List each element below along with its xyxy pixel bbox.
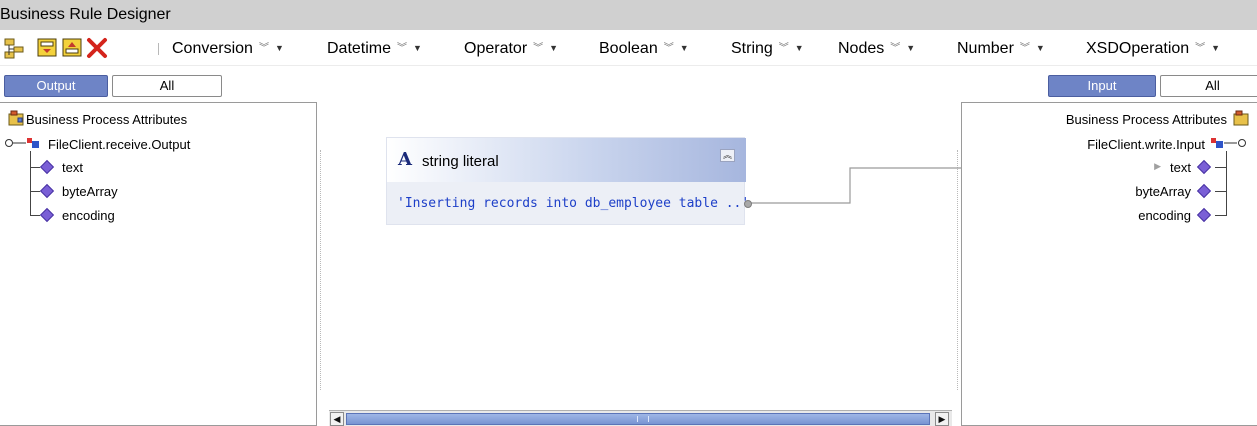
menu-label: Operator	[464, 40, 528, 57]
scroll-right-icon[interactable]: ▶	[935, 412, 949, 426]
node-title: string literal	[422, 153, 499, 170]
open-rule-icon[interactable]	[36, 37, 58, 59]
menu-conversion[interactable]: Conversion ︾ ▼	[172, 40, 284, 58]
literal-value[interactable]: 'Inserting records into db_employee tabl…	[397, 196, 749, 211]
menu-label: Datetime	[327, 40, 392, 57]
grip-icon	[637, 416, 649, 422]
chevron-double-down-icon: ︾	[663, 43, 674, 54]
dropdown-arrow-icon: ▼	[906, 43, 916, 53]
process-attributes-icon	[1233, 110, 1249, 126]
menu-datetime[interactable]: Datetime ︾ ▼	[327, 40, 422, 58]
menu-boolean[interactable]: Boolean ︾ ▼	[599, 40, 689, 58]
menu-label: XSDOperation	[1086, 40, 1190, 57]
menu-label: Number	[957, 40, 1014, 57]
collapse-icon[interactable]: ︽	[720, 149, 735, 162]
tree-root-label: Business Process Attributes	[1065, 112, 1227, 127]
tree-connector	[1215, 191, 1227, 192]
chevron-double-down-icon: ︾	[397, 43, 407, 54]
expand-handle-icon[interactable]	[1209, 136, 1255, 150]
string-literal-node[interactable]: A string literal ︽ 'Inserting records in…	[386, 137, 752, 225]
tree-connector	[1215, 215, 1227, 216]
dropdown-arrow-icon: ▼	[1211, 43, 1221, 53]
dropdown-arrow-icon: ▼	[549, 43, 559, 53]
scroll-left-icon[interactable]: ◀	[330, 412, 344, 426]
attribute-diamond-icon	[39, 207, 55, 223]
attribute-diamond-icon	[39, 183, 55, 199]
attribute-diamond-icon	[1196, 159, 1212, 175]
menu-string[interactable]: String ︾ ▼	[731, 40, 804, 58]
dropdown-arrow-icon: ▼	[794, 43, 804, 53]
chevron-double-down-icon: ︾	[778, 43, 789, 54]
window-title: Business Rule Designer	[0, 6, 171, 23]
toolbar: Conversion ︾ ▼ Datetime ︾ ▼ Operator ︾ ▼ Boole…	[0, 30, 1257, 66]
tree-leaf-text[interactable]: text	[62, 160, 83, 175]
menu-number[interactable]: Number ︾ ▼	[957, 40, 1045, 58]
tree-connector	[1215, 167, 1227, 168]
tree-leaf-bytearray[interactable]: byteArray	[1135, 184, 1191, 199]
attribute-diamond-icon	[39, 159, 55, 175]
chevron-double-down-icon: ︾	[258, 43, 269, 54]
tree-leaf-encoding[interactable]: encoding	[1138, 208, 1191, 223]
expand-handle-icon[interactable]	[4, 136, 44, 150]
menu-nodes[interactable]: Nodes ︾ ▼	[838, 40, 915, 58]
delete-icon[interactable]	[86, 37, 108, 59]
string-type-icon: A	[398, 149, 412, 170]
canvas-left-edge	[320, 150, 321, 390]
tab-output[interactable]: Output	[4, 75, 108, 97]
chevron-double-down-icon: ︾	[533, 43, 543, 54]
node-header: A string literal ︽	[387, 138, 746, 182]
horizontal-scrollbar[interactable]: ◀ ▶	[329, 410, 952, 426]
process-attributes-icon	[8, 110, 24, 126]
menu-xsdoperation[interactable]: XSDOperation ︾ ▼	[1086, 40, 1220, 58]
output-port[interactable]	[744, 200, 752, 208]
tree-connector	[1226, 151, 1227, 215]
tab-input[interactable]: Input	[1048, 75, 1156, 97]
menu-label: Boolean	[599, 40, 658, 57]
dropdown-arrow-icon: ▼	[413, 43, 422, 53]
input-tree-panel: Business Process Attributes FileClient.w…	[961, 102, 1257, 426]
tab-all-input[interactable]: All	[1160, 75, 1257, 97]
output-tree-panel: Business Process Attributes FileClient.r…	[0, 102, 317, 426]
tree-icon[interactable]	[4, 37, 26, 59]
tree-root-label: Business Process Attributes	[26, 112, 188, 127]
attribute-diamond-icon	[1196, 207, 1212, 223]
dropdown-arrow-icon: ▼	[274, 43, 284, 53]
dropdown-arrow-icon: ▼	[1035, 43, 1045, 53]
title-bar: Business Rule Designer	[0, 0, 1257, 30]
filter-tab-row: Output All Input All	[0, 66, 1257, 102]
link-arrow-icon: ▶	[1154, 161, 1161, 171]
tree-connector	[30, 151, 31, 215]
toolbar-separator	[158, 43, 159, 55]
menu-label: Conversion	[172, 40, 253, 57]
tree-connector	[30, 167, 40, 168]
scroll-thumb[interactable]	[346, 413, 930, 425]
menu-label: Nodes	[838, 40, 885, 57]
attribute-diamond-icon	[1196, 183, 1212, 199]
tree-leaf-bytearray[interactable]: byteArray	[62, 184, 118, 199]
tab-all-output[interactable]: All	[112, 75, 222, 97]
dropdown-arrow-icon: ▼	[679, 43, 689, 53]
tree-connector	[30, 215, 40, 216]
tree-leaf-text[interactable]: text	[1170, 160, 1191, 175]
save-rule-icon[interactable]	[61, 37, 83, 59]
chevron-double-down-icon: ︾	[890, 43, 900, 54]
chevron-double-down-icon: ︾	[1195, 43, 1205, 54]
tree-connector	[30, 191, 40, 192]
chevron-double-down-icon: ︾	[1019, 43, 1030, 54]
tree-leaf-encoding[interactable]: encoding	[62, 208, 115, 223]
tree-node-label[interactable]: FileClient.receive.Output	[48, 137, 190, 152]
menu-label: String	[731, 40, 773, 57]
menu-operator[interactable]: Operator ︾ ▼	[464, 40, 558, 58]
tree-node-label[interactable]: FileClient.write.Input	[1087, 137, 1205, 152]
